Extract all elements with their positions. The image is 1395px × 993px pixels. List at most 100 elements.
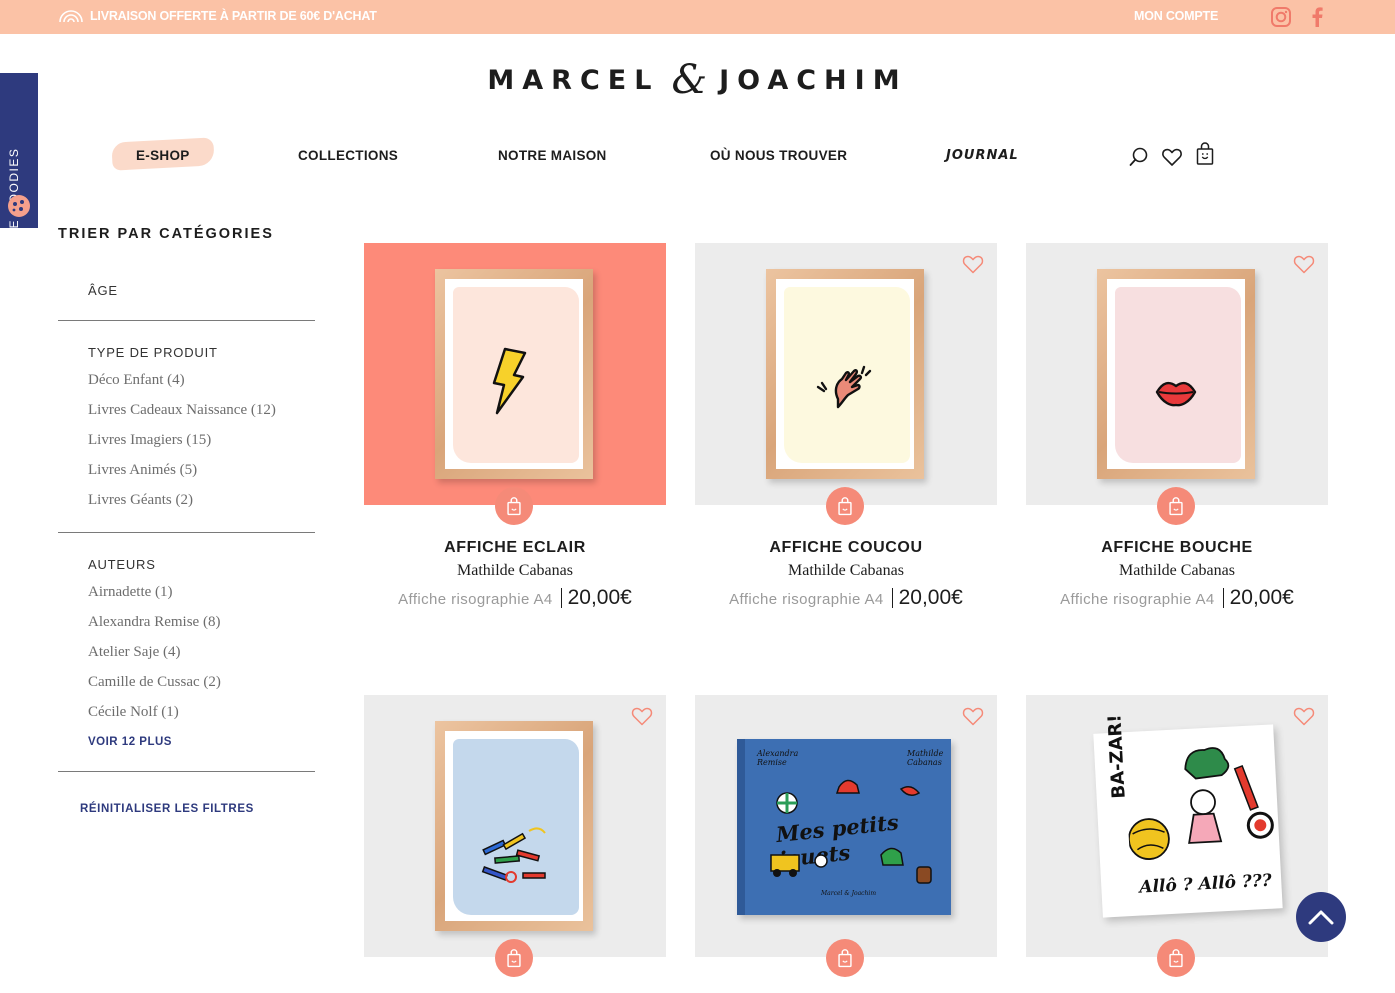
crayons-illustration [481, 827, 546, 883]
filter-option[interactable]: Cécile Nolf (1) [58, 697, 315, 727]
promo-message: LIVRAISON OFFERTE À PARTIR DE 60€ D'ACHA… [58, 9, 377, 23]
poster-frame [435, 721, 593, 931]
scroll-to-top-button[interactable] [1296, 892, 1346, 942]
product-type: Affiche risographie A4 [398, 591, 553, 608]
promo-bar: LIVRAISON OFFERTE À PARTIR DE 60€ D'ACHA… [0, 0, 1395, 34]
filter-option[interactable]: Airnadette (1) [58, 577, 315, 607]
favorite-heart-icon[interactable] [631, 706, 653, 731]
gift-icon [7, 194, 31, 223]
lightning-illustration [492, 347, 527, 415]
filter-option[interactable]: Camille de Cussac (2) [58, 667, 315, 697]
filter-authors: AUTEURS Airnadette (1) Alexandra Remise … [58, 557, 315, 772]
nav-item-ou-nous-trouver[interactable]: OÙ NOUS TROUVER [710, 148, 847, 163]
filter-option[interactable]: Livres Cadeaux Naissance (12) [58, 395, 315, 425]
separator [1222, 588, 1224, 608]
filter-option[interactable]: Livres Imagiers (15) [58, 425, 315, 455]
product-card[interactable]: Alexandra Remise Mathilde Cabanas Mes pe… [695, 695, 997, 977]
product-price: 20,00€ [1229, 586, 1294, 609]
product-card[interactable]: AFFICHE COUCOU Mathilde Cabanas Affiche … [695, 243, 997, 610]
bag-icon [838, 496, 852, 515]
separator [560, 588, 562, 608]
product-price: 20,00€ [567, 586, 632, 609]
reset-filters-link[interactable]: RÉINITIALISER LES FILTRES [80, 803, 254, 815]
product-card[interactable]: AFFICHE ECLAIR Mathilde Cabanas Affiche … [364, 243, 666, 610]
book-author-left: Alexandra Remise [757, 749, 799, 767]
bag-icon [838, 948, 852, 967]
product-image[interactable] [1026, 243, 1328, 525]
filter-age-toggle[interactable]: ÂGE [58, 283, 315, 298]
waving-hand-illustration [816, 365, 872, 409]
favorite-heart-icon[interactable] [962, 706, 984, 731]
product-meta: Affiche risographie A4 20,00€ [695, 586, 997, 610]
product-title[interactable]: AFFICHE COUCOU [695, 539, 997, 557]
bag-icon [1169, 948, 1183, 967]
separator [891, 588, 893, 608]
product-title[interactable]: AFFICHE BOUCHE [1026, 539, 1328, 557]
add-to-cart-button[interactable] [826, 487, 864, 525]
add-to-cart-button[interactable] [1157, 487, 1195, 525]
book-author-right: Mathilde Cabanas [907, 749, 944, 767]
show-more-authors-link[interactable]: VOIR 12 PLUS [58, 736, 315, 748]
poster-frame [766, 269, 924, 479]
product-image[interactable]: Alexandra Remise Mathilde Cabanas Mes pe… [695, 695, 997, 977]
chevron-up-icon [1308, 910, 1334, 925]
nav-item-journal[interactable]: JOURNAL [946, 148, 1019, 163]
product-image[interactable] [695, 243, 997, 525]
product-card[interactable]: BA-ZAR! Allô ? Allô ??? [1026, 695, 1328, 977]
search-icon[interactable] [1128, 146, 1150, 173]
logo-word-marcel: MARCEL [487, 64, 660, 96]
filter-option[interactable]: Livres Animés (5) [58, 455, 315, 485]
filter-authors-title[interactable]: AUTEURS [58, 557, 315, 572]
favorite-heart-icon[interactable] [1293, 706, 1315, 731]
book-cover: Alexandra Remise Mathilde Cabanas Mes pe… [737, 739, 951, 915]
book-spine [737, 739, 745, 915]
product-image[interactable]: BA-ZAR! Allô ? Allô ??? [1026, 695, 1328, 977]
filter-option[interactable]: Atelier Saje (4) [58, 637, 315, 667]
heart-icon[interactable] [1161, 146, 1183, 173]
product-meta: Affiche risographie A4 20,00€ [364, 586, 666, 610]
product-image[interactable] [364, 243, 666, 525]
filter-age: ÂGE [58, 283, 315, 321]
product-card[interactable] [364, 695, 666, 977]
lips-illustration [1155, 381, 1197, 407]
product-title[interactable]: AFFICHE ECLAIR [364, 539, 666, 557]
toys-illustration [770, 779, 932, 884]
product-card[interactable]: AFFICHE BOUCHE Mathilde Cabanas Affiche … [1026, 243, 1328, 610]
promo-text: LIVRAISON OFFERTE À PARTIR DE 60€ D'ACHA… [90, 9, 377, 23]
product-image[interactable] [364, 695, 666, 977]
main-nav: E-SHOP COLLECTIONS NOTRE MAISON OÙ NOUS … [0, 137, 1395, 171]
favorite-heart-icon[interactable] [1293, 254, 1315, 279]
divider [58, 771, 315, 772]
poster-frame [1097, 269, 1255, 479]
sidebar-title: TRIER PAR CATÉGORIES [58, 226, 274, 242]
favorite-heart-icon[interactable] [962, 254, 984, 279]
my-account-link[interactable]: MON COMPTE [1134, 9, 1218, 23]
logo-ampersand: & [671, 57, 708, 103]
filter-option[interactable]: Déco Enfant (4) [58, 365, 315, 395]
product-author: Mathilde Cabanas [457, 562, 573, 579]
divider [58, 532, 315, 533]
logo-word-joachim: JOACHIM [719, 64, 908, 96]
filter-product-type-title[interactable]: TYPE DE PRODUIT [58, 345, 315, 360]
add-to-cart-button[interactable] [1157, 939, 1195, 977]
nav-item-eshop[interactable]: E-SHOP [136, 148, 190, 163]
bag-icon[interactable] [1195, 142, 1215, 171]
bag-icon [507, 496, 521, 515]
poster-frame [435, 269, 593, 479]
add-to-cart-button[interactable] [495, 939, 533, 977]
add-to-cart-button[interactable] [826, 939, 864, 977]
product-author: Mathilde Cabanas [788, 562, 904, 579]
filter-product-type: TYPE DE PRODUIT Déco Enfant (4) Livres C… [58, 345, 315, 533]
product-type: Affiche risographie A4 [1060, 591, 1215, 608]
bazar-cover: BA-ZAR! Allô ? Allô ??? [1093, 714, 1283, 918]
filter-option[interactable]: Livres Géants (2) [58, 485, 315, 515]
nav-item-collections[interactable]: COLLECTIONS [298, 148, 398, 163]
bag-icon [1169, 496, 1183, 515]
bazar-caption: Allô ? Allô ??? [1138, 870, 1273, 898]
add-to-cart-button[interactable] [495, 487, 533, 525]
filter-option[interactable]: Alexandra Remise (8) [58, 607, 315, 637]
instagram-icon[interactable] [1270, 6, 1292, 33]
nav-item-notre-maison[interactable]: NOTRE MAISON [498, 148, 607, 163]
facebook-icon[interactable] [1310, 6, 1324, 33]
site-logo[interactable]: MARCEL & JOACHIM [0, 60, 1395, 100]
